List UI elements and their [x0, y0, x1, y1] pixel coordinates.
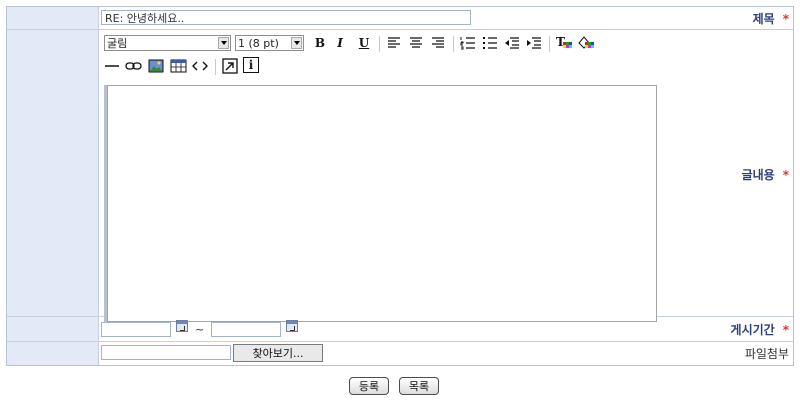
title-label-text: 제목 — [752, 12, 775, 26]
outdent-icon[interactable] — [503, 34, 521, 52]
unordered-list-icon[interactable] — [481, 34, 499, 52]
underline-glyph: U — [358, 36, 370, 50]
image-icon[interactable] — [147, 57, 165, 75]
underline-icon[interactable]: U — [355, 34, 373, 52]
align-left-icon[interactable] — [385, 34, 403, 52]
write-form: 제목 * 글내용 * 굴림 1 (8 pt) B I U — [6, 6, 794, 366]
attachment-label: 파일첨부 — [745, 346, 789, 361]
text-color-icon[interactable]: T — [555, 34, 573, 52]
toolbar-separator — [453, 36, 454, 52]
chevron-down-icon — [291, 37, 302, 49]
row-divider — [7, 29, 793, 30]
highlight-color-icon[interactable] — [577, 34, 595, 52]
toolbar-separator — [549, 36, 550, 52]
period-separator: ~ — [195, 323, 205, 336]
attachment-file-input[interactable] — [101, 345, 231, 360]
required-mark: * — [782, 167, 789, 182]
info-icon[interactable]: i — [243, 57, 259, 73]
content-editor[interactable] — [107, 85, 657, 322]
browse-button[interactable]: 찾아보기... — [233, 344, 323, 362]
font-size-select[interactable]: 1 (8 pt) — [235, 35, 304, 51]
title-input[interactable] — [101, 10, 471, 25]
submit-button-label: 등록 — [358, 380, 380, 393]
row-divider — [7, 341, 793, 342]
browse-button-label: 찾아보기... — [252, 347, 304, 360]
required-mark: * — [782, 11, 789, 26]
italic-glyph: I — [337, 36, 343, 50]
bold-icon[interactable]: B — [311, 34, 329, 52]
ordered-list-icon[interactable] — [459, 34, 477, 52]
list-button-label: 목록 — [408, 380, 430, 393]
period-end-input[interactable] — [211, 322, 281, 337]
table-icon[interactable] — [169, 57, 187, 75]
required-mark: * — [782, 322, 789, 337]
calendar-icon[interactable] — [176, 320, 188, 332]
label-column — [7, 7, 99, 365]
font-size-value: 1 (8 pt) — [238, 36, 279, 50]
list-button[interactable]: 목록 — [399, 377, 439, 395]
period-start-input[interactable] — [101, 322, 171, 337]
info-glyph: i — [248, 58, 254, 72]
content-label: 글내용 * — [741, 167, 789, 183]
align-center-icon[interactable] — [407, 34, 425, 52]
period-label: 게시기간 * — [730, 322, 789, 338]
indent-icon[interactable] — [525, 34, 543, 52]
submit-button[interactable]: 등록 — [349, 377, 389, 395]
attachment-label-text: 파일첨부 — [744, 347, 789, 361]
content-label-text: 글내용 — [741, 168, 775, 182]
font-family-select[interactable]: 굴림 — [104, 35, 231, 51]
title-label: 제목 * — [752, 11, 789, 27]
calendar-icon[interactable] — [286, 320, 298, 332]
chevron-down-icon — [218, 37, 229, 49]
align-right-icon[interactable] — [429, 34, 447, 52]
italic-icon[interactable]: I — [331, 34, 349, 52]
bold-glyph: B — [314, 36, 326, 50]
link-icon[interactable] — [125, 57, 143, 75]
html-source-icon[interactable] — [191, 57, 209, 75]
toolbar-separator — [379, 36, 380, 52]
period-label-text: 게시기간 — [730, 323, 775, 337]
toolbar-separator — [215, 59, 216, 75]
popup-icon[interactable] — [221, 57, 239, 75]
horizontal-rule-icon[interactable] — [103, 57, 121, 75]
font-family-value: 굴림 — [107, 37, 128, 50]
